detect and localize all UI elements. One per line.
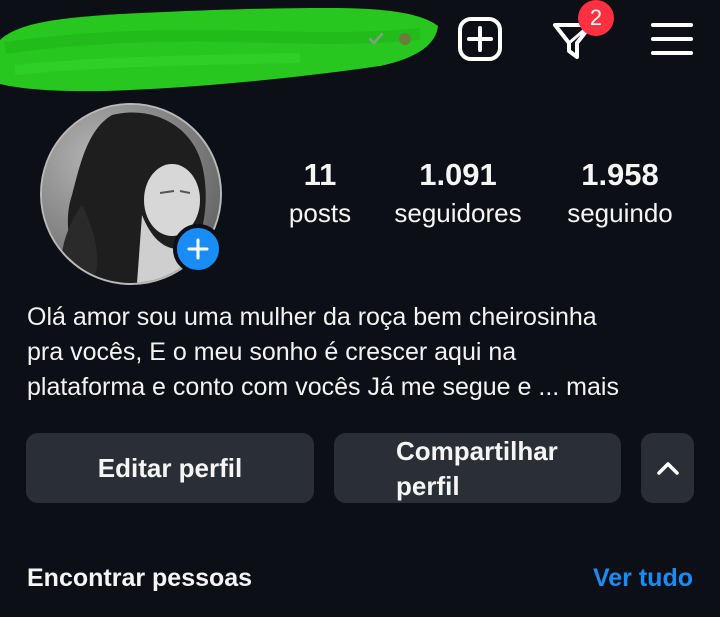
menu-button[interactable] [647, 14, 697, 64]
profile-header: 2 [0, 0, 720, 92]
see-all-link[interactable]: Ver tudo [593, 560, 693, 596]
following-count: 1.958 [581, 157, 659, 192]
bio-line: pra vocês, E o meu sonho é crescer aqui … [27, 338, 517, 366]
edit-profile-label: Editar perfil [97, 452, 243, 483]
followers-count: 1.091 [419, 157, 497, 192]
share-profile-button[interactable]: Compartilhar perfil [334, 433, 621, 503]
collapse-suggestions-button[interactable] [641, 433, 694, 503]
bio-line: plataforma e conto com vocês Já me segue… [27, 370, 707, 405]
posts-label: posts [288, 198, 352, 228]
followers-label: seguidores [394, 198, 522, 228]
bio-line-text: plataforma e conto com vocês Já me segue… [27, 373, 560, 401]
bio-more-link[interactable]: mais [566, 373, 619, 401]
find-people-title: Encontrar pessoas [27, 564, 253, 592]
posts-count: 11 [303, 157, 337, 192]
stat-following[interactable]: 1.958 seguindo [552, 156, 688, 232]
plus-icon [187, 238, 209, 260]
status-dot [399, 33, 411, 45]
share-profile-label-line1: Compartilhar [396, 436, 558, 466]
following-label: seguindo [567, 198, 673, 228]
share-profile-label-line2: perfil [396, 471, 460, 501]
hamburger-menu-icon [651, 23, 693, 55]
edit-profile-button[interactable]: Editar perfil [26, 433, 314, 503]
profile-bio: Olá amor sou uma mulher da roça bem chei… [27, 300, 707, 405]
notification-badge: 2 [578, 0, 614, 36]
bio-line: Olá amor sou uma mulher da roça bem chei… [27, 303, 597, 331]
create-post-icon [458, 17, 502, 61]
check-icon [368, 32, 384, 45]
chevron-up-icon [656, 462, 679, 475]
stat-posts[interactable]: 11 posts [270, 156, 370, 232]
add-story-button[interactable] [173, 224, 223, 274]
stat-followers[interactable]: 1.091 seguidores [378, 156, 538, 232]
create-post-button[interactable] [455, 14, 505, 64]
profile-avatar-container[interactable] [40, 103, 223, 285]
